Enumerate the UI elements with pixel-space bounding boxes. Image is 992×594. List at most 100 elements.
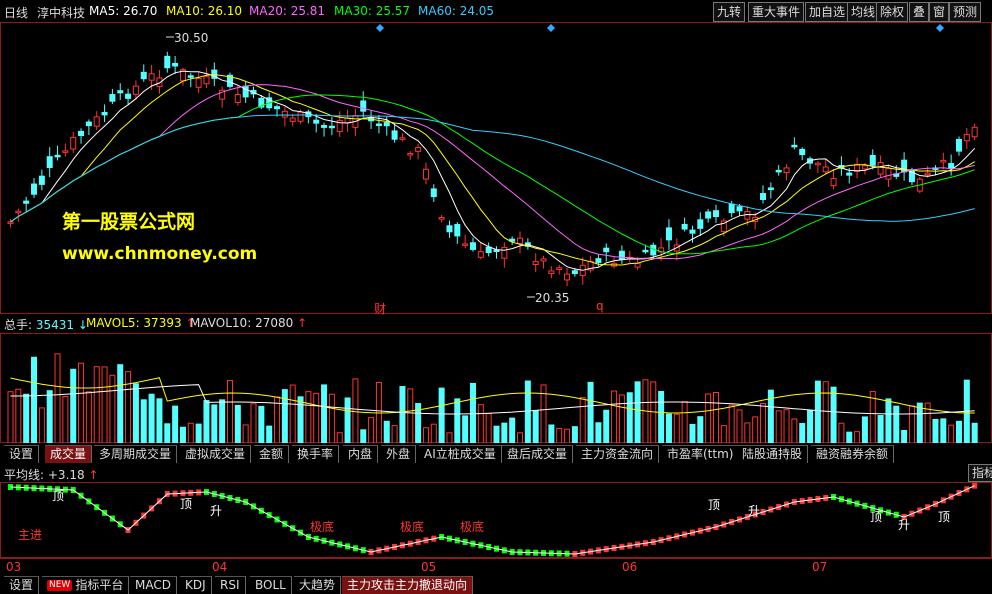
indicator-side-tab[interactable]: 指标: [968, 464, 992, 482]
volume-bar: [446, 432, 453, 443]
tab-pe-ttm[interactable]: 市盈率(ttm): [662, 445, 740, 463]
bottom-tab-settings[interactable]: 设置: [4, 576, 40, 594]
nine-turn-button[interactable]: 九转: [713, 2, 746, 22]
tab-outer-volume[interactable]: 外盘: [381, 445, 417, 463]
ma10-readout: MA10: 26.10: [166, 4, 243, 18]
volume-bar: [226, 380, 233, 443]
volume-bar: [266, 425, 273, 443]
bottom-tab-big-trend[interactable]: 大趋势: [294, 576, 342, 594]
bottom-tab-boll[interactable]: BOLL: [250, 576, 292, 594]
tab-ai-volume[interactable]: AI立桩成交量: [419, 445, 502, 463]
candle-body: [132, 85, 139, 95]
tab-turnover[interactable]: 换手率: [292, 445, 340, 463]
q-marker[interactable]: q: [596, 299, 604, 313]
candle-body: [328, 125, 335, 129]
tab-amount[interactable]: 金额: [254, 445, 290, 463]
volume-bar: [132, 383, 139, 443]
date-tick: 03: [6, 560, 22, 574]
volume-bar: [23, 393, 30, 443]
bottom-tab-macd[interactable]: MACD: [130, 576, 177, 594]
indicator-annotation: 顶: [938, 510, 951, 524]
candle-body: [532, 261, 539, 265]
mavol10-readout: MAVOL10: 27080 ↑: [190, 316, 308, 330]
bottom-tab-indicator-platform[interactable]: NEW 指标平台: [42, 576, 130, 594]
tab-multi-period-volume[interactable]: 多周期成交量: [94, 445, 178, 463]
candle-body: [681, 223, 688, 230]
forecast-button[interactable]: 预测: [949, 2, 982, 22]
candle-body: [556, 267, 563, 270]
candle-body: [885, 167, 892, 180]
volume-bar: [861, 416, 868, 443]
tab-volume[interactable]: 成交量: [45, 445, 93, 463]
date-tick: 06: [622, 560, 638, 574]
candle-body: [728, 203, 735, 214]
volume-bar: [289, 384, 296, 443]
volume-bar: [932, 418, 939, 443]
indicator-chart[interactable]: [0, 482, 992, 558]
candlestick-chart[interactable]: [0, 22, 992, 314]
candle-body: [391, 130, 398, 140]
bottom-tab-kdj[interactable]: KDJ: [180, 576, 212, 594]
event-diamond-icon: [376, 24, 384, 32]
tab-northbound-holdings[interactable]: 陆股通持股: [737, 445, 809, 463]
volume-bar: [258, 405, 265, 443]
moving-average-button[interactable]: 均线: [847, 2, 880, 22]
volume-bar: [38, 407, 45, 443]
candle-body: [971, 126, 978, 138]
volume-bar: [109, 374, 116, 443]
mavol5-readout: MAVOL5: 37393 ↑: [86, 316, 196, 330]
candle-body: [493, 249, 500, 253]
volume-bar: [877, 415, 884, 443]
volume-bar: [54, 353, 61, 443]
volume-bar: [219, 399, 226, 443]
volume-bar: [195, 423, 202, 443]
volume-chart[interactable]: [0, 333, 992, 443]
volume-bar: [689, 423, 696, 443]
indicator-annotation: 极底: [400, 520, 425, 534]
volume-bar: [571, 426, 578, 443]
overlay-button[interactable]: 叠: [909, 2, 930, 22]
candle-body: [571, 270, 578, 275]
volume-bar: [814, 380, 821, 443]
bottom-tab-rsi[interactable]: RSI: [215, 576, 246, 594]
volume-bar: [548, 424, 555, 443]
candle-body: [164, 55, 171, 69]
window-button[interactable]: 窗: [929, 2, 950, 22]
major-events-button[interactable]: 重大事件: [748, 2, 805, 22]
tab-settings[interactable]: 设置: [4, 445, 40, 463]
tab-inner-volume[interactable]: 内盘: [343, 445, 379, 463]
volume-bar: [15, 388, 22, 443]
candle-body: [540, 258, 547, 262]
tab-after-hours-volume[interactable]: 盘后成交量: [502, 445, 574, 463]
ma60-readout: MA60: 24.05: [418, 4, 495, 18]
finance-marker[interactable]: 财: [374, 300, 386, 317]
volume-bar: [344, 397, 351, 443]
volume-bar: [93, 366, 100, 443]
candle-body: [203, 76, 210, 85]
volume-bar: [438, 387, 445, 443]
candle-body: [517, 237, 524, 245]
volume-bar: [728, 404, 735, 443]
candle-body: [117, 90, 124, 94]
candle-body: [948, 163, 955, 169]
mavol5-line: [10, 377, 975, 414]
volume-bar: [140, 399, 147, 443]
ma-line: [10, 114, 975, 223]
volume-bar: [760, 403, 767, 443]
candle-body: [93, 116, 100, 127]
candle-body: [148, 73, 155, 81]
add-watchlist-button[interactable]: 加自选: [805, 2, 850, 22]
volume-bar: [148, 393, 155, 443]
ma30-readout: MA30: 25.57: [334, 4, 411, 18]
tab-margin-balance[interactable]: 融资融券余额: [811, 445, 895, 463]
candle-body: [23, 200, 30, 204]
volume-bar: [70, 368, 77, 443]
volume-bar: [901, 429, 908, 443]
volume-bar: [454, 398, 461, 443]
tab-main-capital-flow[interactable]: 主力资金流向: [576, 445, 660, 463]
volume-bar: [838, 422, 845, 443]
tab-virtual-volume[interactable]: 虚拟成交量: [180, 445, 252, 463]
candle-body: [564, 273, 571, 281]
ex-rights-button[interactable]: 除权: [876, 2, 909, 22]
bottom-tab-main-attack-retreat[interactable]: 主力攻击主力撤退动向: [342, 576, 474, 594]
